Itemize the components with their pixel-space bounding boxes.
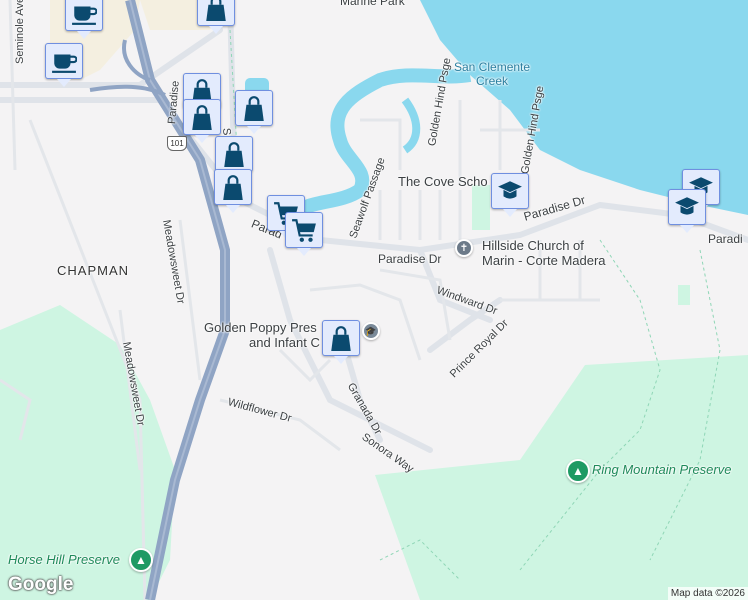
shopping-bag-icon (243, 96, 265, 121)
grocery-marker[interactable] (285, 212, 323, 256)
shopping-bag-icon (222, 175, 244, 200)
shopping-bag-icon (191, 105, 213, 130)
graduation-cap-icon (498, 181, 522, 199)
label-hillside-church-line2: Marin - Corte Madera (482, 253, 606, 268)
ring-mountain-park-area (375, 355, 748, 600)
shopping-marker[interactable] (214, 169, 252, 213)
shopping-bag-icon (330, 326, 352, 351)
graduation-cap-icon (675, 197, 699, 215)
label-san-clemente-creek-line1: San Clemente (454, 60, 531, 74)
shopping-marker[interactable] (215, 136, 253, 180)
park-tree-icon[interactable]: ▲ (566, 459, 590, 483)
coffee-shop-marker[interactable] (65, 0, 103, 39)
shopping-bag-icon (223, 142, 245, 167)
park-tree-icon[interactable]: ▲ (129, 548, 153, 572)
label-marine-park: Marine Park (340, 0, 405, 8)
map-canvas[interactable]: Marine Park San Clemente Creek Golden Hi… (0, 0, 748, 600)
shopping-marker[interactable] (322, 320, 360, 364)
shopping-marker[interactable] (235, 90, 273, 134)
label-paradise-dr: Paradise Dr (378, 252, 442, 266)
google-logo: Google (8, 574, 74, 595)
school-icon[interactable]: 🎓 (362, 322, 380, 340)
label-paradise-dr-far-east: Paradi (708, 232, 743, 246)
label-horse-hill-preserve: Horse Hill Preserve (8, 552, 120, 567)
park-small (472, 185, 490, 230)
shopping-bag-icon (205, 0, 227, 21)
label-hillside-church-line1: Hillside Church of (482, 238, 584, 253)
label-ring-mountain-preserve: Ring Mountain Preserve (592, 462, 732, 477)
shopping-cart-icon (291, 219, 317, 243)
label-golden-poppy-line2: and Infant C (249, 335, 320, 350)
label-golden-poppy-line1: Golden Poppy Pres (204, 320, 317, 335)
school-marker[interactable] (668, 189, 706, 233)
shopping-marker[interactable] (197, 0, 235, 34)
school-marker[interactable] (491, 173, 529, 217)
coffee-cup-icon (71, 5, 97, 26)
shopping-marker[interactable] (183, 99, 221, 143)
map-attribution[interactable]: Map data ©2026 (667, 587, 748, 600)
label-chapman: CHAPMAN (57, 263, 130, 278)
label-seminole-ave: Seminole Ave (14, 0, 26, 64)
highway-101-shield: 101 (167, 136, 187, 151)
coffee-cup-icon (51, 53, 77, 74)
label-san-clemente-creek-line2: Creek (476, 74, 509, 88)
church-cross-icon[interactable]: ✝ (455, 239, 473, 257)
label-cove-school: The Cove Scho (398, 174, 488, 189)
map-base-layer (0, 0, 748, 600)
coffee-shop-marker[interactable] (45, 43, 83, 87)
